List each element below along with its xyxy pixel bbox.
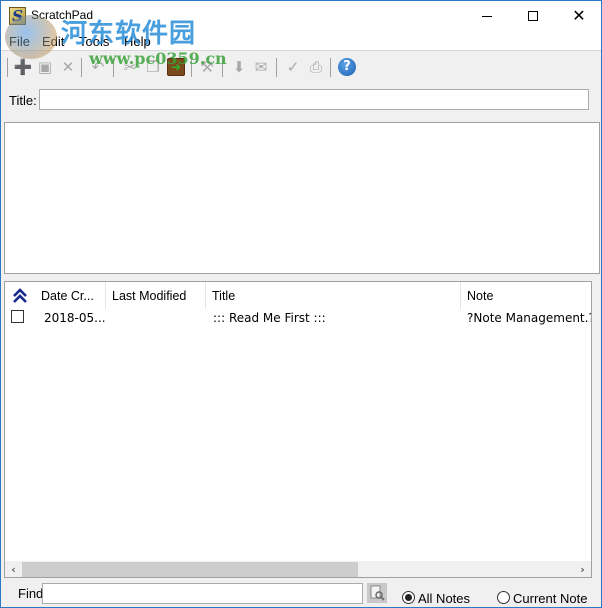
app-logo-icon: S xyxy=(9,7,26,25)
toolbar-separator xyxy=(330,58,331,77)
scroll-left-icon[interactable]: ‹ xyxy=(5,561,22,577)
title-input[interactable] xyxy=(39,89,589,110)
toolbar-separator xyxy=(113,58,114,77)
print-button[interactable]: ⎙ xyxy=(307,58,325,76)
minimize-icon xyxy=(482,15,492,17)
scrollbar-thumb[interactable] xyxy=(22,562,358,577)
undo-icon: ↶ xyxy=(91,58,105,76)
delete-icon: ✕ xyxy=(61,58,75,76)
menu-edit[interactable]: Edit xyxy=(42,34,64,49)
find-icon xyxy=(370,585,385,601)
save-icon: ▣ xyxy=(37,58,53,76)
scroll-right-icon[interactable]: › xyxy=(574,561,591,577)
email-icon: ✉ xyxy=(254,58,268,76)
new-note-button[interactable]: ➕ xyxy=(13,58,33,76)
delete-button[interactable]: ✕ xyxy=(59,58,77,76)
scratchpad-window: S ScratchPad ✕ File Edit Tools Help ➕ ▣ … xyxy=(0,0,602,608)
toolbar-separator xyxy=(222,58,223,77)
copy-icon: ❐ xyxy=(146,58,160,76)
panel-splitter[interactable] xyxy=(4,275,600,280)
menu-file[interactable]: File xyxy=(9,34,30,49)
window-title: ScratchPad xyxy=(31,8,94,22)
menu-help[interactable]: Help xyxy=(124,34,151,49)
toolbar: ➕ ▣ ✕ ↶ ✂ ❐ ➜ ⚒ ⬇ ✉ ✓ ⎙ ? xyxy=(1,53,601,81)
current-note-radio[interactable] xyxy=(497,591,510,604)
paste-icon: ➜ xyxy=(170,60,182,74)
column-last-modified[interactable]: Last Modified xyxy=(106,282,206,309)
scissors-icon: ✂ xyxy=(123,58,137,76)
print-icon: ⎙ xyxy=(309,58,322,76)
cell-title: ::: Read Me First ::: xyxy=(213,311,326,325)
minimize-button[interactable] xyxy=(464,1,510,31)
all-notes-radio[interactable] xyxy=(402,591,415,604)
all-notes-label[interactable]: All Notes xyxy=(418,591,470,606)
copy-button[interactable]: ❐ xyxy=(144,58,162,76)
title-label: Title: xyxy=(9,93,37,108)
row-checkbox[interactable] xyxy=(11,310,24,323)
options-button[interactable]: ⚒ xyxy=(198,58,216,76)
close-button[interactable]: ✕ xyxy=(556,1,602,31)
title-bar: S ScratchPad ✕ xyxy=(1,1,601,31)
help-icon: ? xyxy=(343,59,351,74)
spellcheck-icon: ✓ xyxy=(286,58,300,76)
tools-icon: ⚒ xyxy=(200,58,214,76)
new-document-icon: ➕ xyxy=(13,58,33,76)
import-button[interactable]: ⬇ xyxy=(230,58,248,76)
note-body-editor[interactable] xyxy=(4,122,600,274)
undo-button[interactable]: ↶ xyxy=(89,58,107,76)
notes-list: Date Cr... Last Modified Title Note 2018… xyxy=(4,281,592,578)
list-item[interactable]: 2018-05... ::: Read Me First ::: ?Note M… xyxy=(5,309,591,327)
find-label: Find xyxy=(18,586,44,601)
column-note[interactable]: Note xyxy=(461,282,591,309)
menu-bar: File Edit Tools Help xyxy=(1,31,601,51)
menu-tools[interactable]: Tools xyxy=(79,34,109,49)
find-input[interactable] xyxy=(42,583,363,604)
list-header: Date Cr... Last Modified Title Note xyxy=(5,282,591,309)
toolbar-separator xyxy=(191,58,192,77)
double-chevron-up-icon[interactable] xyxy=(11,288,29,304)
horizontal-scrollbar[interactable]: ‹ › xyxy=(5,561,591,577)
find-button[interactable] xyxy=(367,583,387,603)
paste-button[interactable]: ➜ xyxy=(167,58,185,76)
spellcheck-button[interactable]: ✓ xyxy=(284,58,302,76)
help-button[interactable]: ? xyxy=(338,58,356,76)
import-icon: ⬇ xyxy=(232,58,246,76)
maximize-icon xyxy=(528,11,538,21)
maximize-button[interactable] xyxy=(510,1,556,31)
save-button[interactable]: ▣ xyxy=(36,58,54,76)
toolbar-separator xyxy=(7,58,8,77)
cut-button[interactable]: ✂ xyxy=(121,58,139,76)
current-note-label[interactable]: Current Note xyxy=(513,591,587,606)
email-button[interactable]: ✉ xyxy=(252,58,270,76)
toolbar-separator xyxy=(276,58,277,77)
toolbar-separator xyxy=(81,58,82,77)
cell-last-modified xyxy=(112,309,206,327)
column-title[interactable]: Title xyxy=(206,282,461,309)
cell-date-created: 2018-05... xyxy=(44,311,106,325)
cell-note: ?Note Management.?F xyxy=(467,311,591,325)
close-icon: ✕ xyxy=(572,6,586,25)
column-date-created[interactable]: Date Cr... xyxy=(35,282,106,309)
